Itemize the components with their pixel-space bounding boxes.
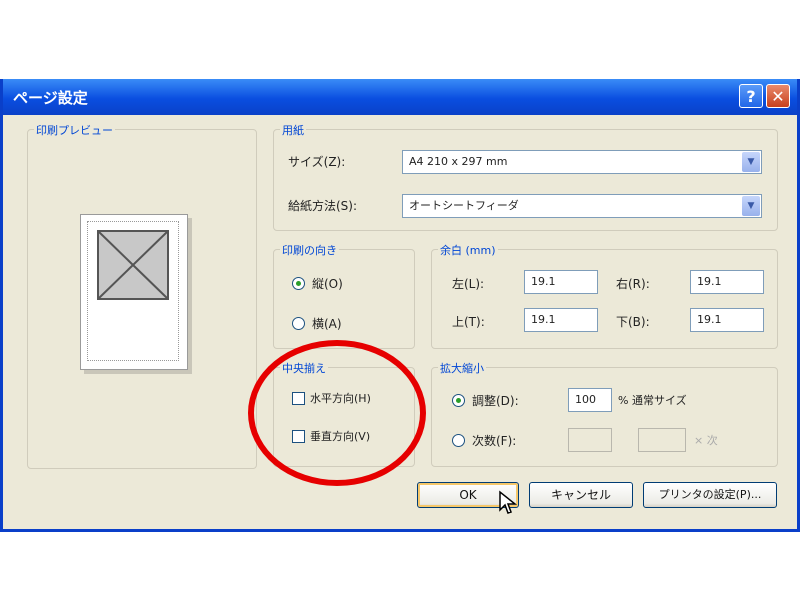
landscape-radio[interactable] bbox=[292, 317, 305, 330]
orientation-group: 印刷の向き 縦(O) 横(A) bbox=[273, 242, 415, 349]
preview-group-label: 印刷プレビュー bbox=[34, 122, 115, 138]
size-select[interactable]: A4 210 x 297 mm ▼ bbox=[402, 150, 762, 174]
source-value: オートシートフィーダ bbox=[409, 199, 519, 212]
fit-radio[interactable] bbox=[452, 434, 465, 447]
paper-group-label: 用紙 bbox=[280, 122, 306, 138]
margins-group-label: 余白 (mm) bbox=[438, 242, 498, 258]
help-icon[interactable]: ? bbox=[739, 84, 763, 108]
top-margin-input[interactable]: 19.1 bbox=[524, 308, 598, 332]
orientation-group-label: 印刷の向き bbox=[280, 242, 339, 258]
source-select[interactable]: オートシートフィーダ ▼ bbox=[402, 194, 762, 218]
scaling-group: 拡大縮小 調整(D): 100 % 通常サイズ 次数(F): × 次 bbox=[431, 360, 778, 467]
printer-settings-button[interactable]: プリンタの設定(P)... bbox=[643, 482, 777, 508]
window-title: ページ設定 bbox=[13, 89, 88, 107]
adjust-percent-input[interactable]: 100 bbox=[568, 388, 612, 412]
left-margin-label: 左(L): bbox=[452, 277, 485, 291]
fit-label[interactable]: 次数(F): bbox=[472, 432, 516, 449]
fit-suffix: × 次 bbox=[694, 434, 718, 447]
right-margin-input[interactable]: 19.1 bbox=[690, 270, 764, 294]
title-bar: ページ設定 ? ✕ bbox=[3, 79, 797, 115]
page-preview bbox=[80, 214, 188, 370]
page-printable-area bbox=[87, 221, 179, 361]
landscape-label[interactable]: 横(A) bbox=[312, 315, 342, 332]
fit-tall-input[interactable] bbox=[638, 428, 686, 452]
size-value: A4 210 x 297 mm bbox=[409, 155, 508, 168]
size-label: サイズ(Z): bbox=[288, 155, 346, 169]
top-margin-label: 上(T): bbox=[452, 315, 485, 329]
right-margin-label: 右(R): bbox=[616, 277, 650, 291]
adjust-suffix: % 通常サイズ bbox=[618, 394, 687, 407]
fit-wide-input[interactable] bbox=[568, 428, 612, 452]
highlight-circle bbox=[248, 340, 426, 486]
source-dropdown-icon[interactable]: ▼ bbox=[742, 196, 760, 216]
close-icon[interactable]: ✕ bbox=[766, 84, 790, 108]
source-label: 給紙方法(S): bbox=[288, 199, 358, 213]
bottom-margin-label: 下(B): bbox=[616, 315, 650, 329]
left-margin-input[interactable]: 19.1 bbox=[524, 270, 598, 294]
adjust-label[interactable]: 調整(D): bbox=[472, 392, 519, 409]
paper-group: 用紙 サイズ(Z): A4 210 x 297 mm ▼ 給紙方法(S): オー… bbox=[273, 122, 778, 231]
margins-group: 余白 (mm) 左(L): 19.1 右(R): 19.1 上(T): 19.1… bbox=[431, 242, 778, 349]
mouse-cursor-icon bbox=[499, 490, 518, 514]
image-placeholder-icon bbox=[97, 230, 169, 300]
portrait-label[interactable]: 縦(O) bbox=[312, 275, 343, 292]
adjust-radio[interactable] bbox=[452, 394, 465, 407]
portrait-radio[interactable] bbox=[292, 277, 305, 290]
cancel-button[interactable]: キャンセル bbox=[529, 482, 633, 508]
size-dropdown-icon[interactable]: ▼ bbox=[742, 152, 760, 172]
scaling-group-label: 拡大縮小 bbox=[438, 360, 486, 376]
bottom-margin-input[interactable]: 19.1 bbox=[690, 308, 764, 332]
